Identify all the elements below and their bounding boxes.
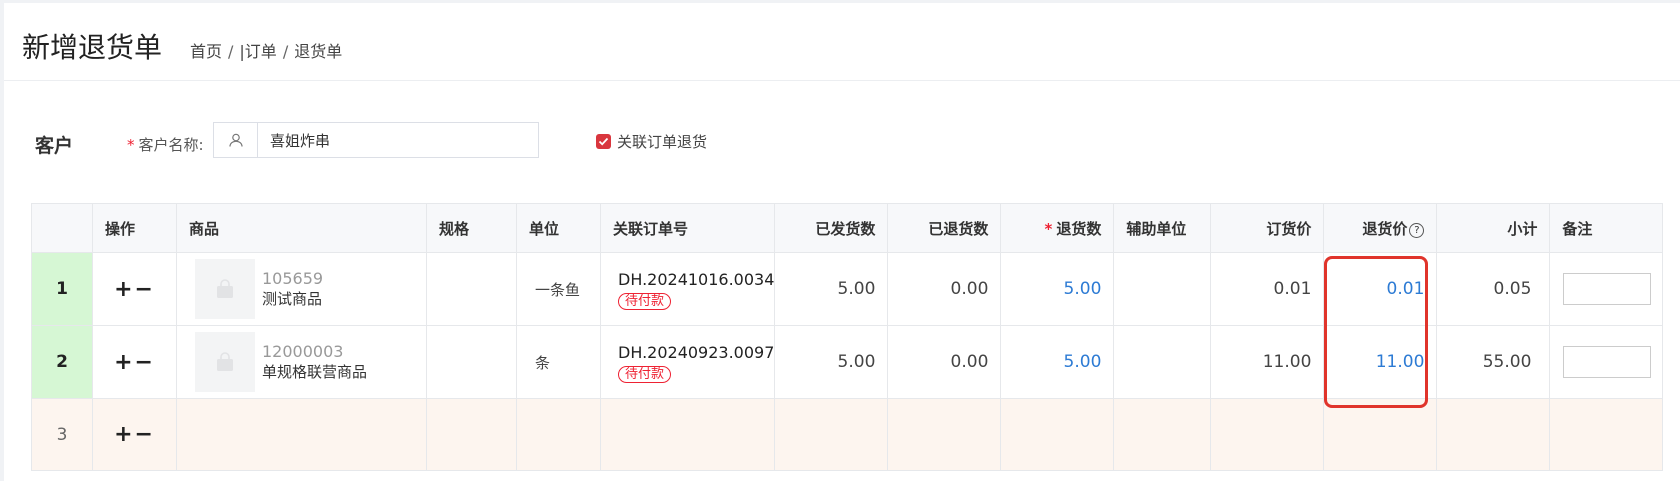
return-price-input[interactable]: 0.01 (1323, 252, 1438, 326)
order-cell (599, 398, 776, 471)
order-price: 0.01 (1210, 252, 1325, 326)
col-index (31, 203, 93, 253)
link-order-return-checkbox[interactable]: 关联订单退货 (596, 131, 707, 152)
add-minus-buttons[interactable]: +− (114, 350, 155, 375)
return-qty-input[interactable]: 5.00 (1000, 325, 1115, 399)
goods-image-placeholder-icon (195, 259, 255, 319)
return-qty-input[interactable] (1000, 398, 1115, 471)
col-spec: 规格 (426, 203, 517, 253)
remark-input[interactable] (1563, 273, 1652, 305)
goods-cell: 12000003 单规格联营商品 (176, 325, 427, 399)
returned-qty (887, 398, 1002, 471)
return-price-input[interactable] (1323, 398, 1438, 471)
remark-cell[interactable] (1549, 398, 1664, 471)
remark-cell (1549, 252, 1664, 326)
aux-unit-cell (1113, 398, 1212, 471)
breadcrumb: 首页 / |订单 / 退货单 (190, 42, 343, 61)
goods-cell: 105659 测试商品 (176, 252, 427, 326)
col-remark: 备注 (1549, 203, 1664, 253)
shipped-qty: 5.00 (774, 325, 889, 399)
col-return-price: 退货价? (1323, 203, 1438, 253)
breadcrumb-current: 退货单 (294, 42, 343, 61)
col-return-qty: * 退货数 (1000, 203, 1115, 253)
subtotal (1436, 398, 1551, 471)
row-ops[interactable]: +− (92, 398, 177, 471)
table-row: 2 +− 12000003 单规格联营商品 条 DH.20240923.0097… (31, 325, 1664, 399)
col-aux-unit: 辅助单位 (1113, 203, 1212, 253)
unit-cell: 一条鱼 (516, 252, 601, 326)
spec-cell (426, 398, 517, 471)
page-header: 新增退货单 首页 / |订单 / 退货单 (4, 3, 1680, 81)
col-unit: 单位 (516, 203, 601, 253)
return-qty-input[interactable]: 5.00 (1000, 252, 1115, 326)
spec-cell (426, 325, 517, 399)
unit-cell: 条 (516, 325, 601, 399)
help-icon[interactable]: ? (1409, 222, 1425, 238)
order-number: DH.20240923.0097 (618, 342, 775, 362)
return-price-input[interactable]: 11.00 (1323, 325, 1438, 399)
subtotal: 0.05 (1436, 252, 1551, 326)
col-shipped: 已发货数 (774, 203, 889, 253)
returned-qty: 0.00 (887, 325, 1002, 399)
customer-name-label: * 客户名称: (127, 136, 204, 154)
aux-unit-cell (1113, 252, 1212, 326)
breadcrumb-orders[interactable]: |订单 (239, 42, 276, 61)
row-index: 1 (31, 252, 93, 326)
col-ops: 操作 (92, 203, 177, 253)
status-badge: 待付款 (618, 365, 672, 383)
status-badge: 待付款 (618, 292, 672, 310)
customer-name-input[interactable] (258, 123, 536, 157)
breadcrumb-home[interactable]: 首页 (190, 42, 222, 61)
goods-image-placeholder-icon (195, 332, 255, 392)
row-ops[interactable]: +− (92, 325, 177, 399)
row-ops[interactable]: +− (92, 252, 177, 326)
goods-name: 单规格联营商品 (262, 363, 368, 381)
subtotal: 55.00 (1436, 325, 1551, 399)
order-cell: DH.20240923.0097 待付款 (599, 325, 776, 399)
checkbox-checked-icon[interactable] (596, 134, 611, 149)
return-goods-table: 操作 商品 规格 单位 关联订单号 已发货数 已退货数 * 退货数 辅助单位 订货… (31, 203, 1664, 471)
unit-cell (516, 398, 601, 471)
table-row-empty: 3 +− (31, 398, 1664, 471)
col-subtotal: 小计 (1436, 203, 1551, 253)
aux-unit-cell (1113, 325, 1212, 399)
user-icon[interactable] (214, 123, 258, 157)
order-cell: DH.20241016.0034 待付款 (599, 252, 776, 326)
goods-name: 测试商品 (262, 290, 323, 308)
order-price: 11.00 (1210, 325, 1325, 399)
table-row: 1 +− 105659 测试商品 一条鱼 DH.20241016.0034 待付… (31, 252, 1664, 326)
row-index: 2 (31, 325, 93, 399)
shipped-qty (774, 398, 889, 471)
page-title: 新增退货单 (22, 31, 163, 64)
shipped-qty: 5.00 (774, 252, 889, 326)
col-order-no: 关联订单号 (599, 203, 776, 253)
col-order-price: 订货价 (1210, 203, 1325, 253)
remark-input[interactable] (1563, 346, 1652, 378)
returned-qty: 0.00 (887, 252, 1002, 326)
spec-cell (426, 252, 517, 326)
add-minus-buttons[interactable]: +− (114, 422, 155, 447)
col-returned: 已退货数 (887, 203, 1002, 253)
col-goods: 商品 (176, 203, 427, 253)
add-minus-buttons[interactable]: +− (114, 277, 155, 302)
order-number: DH.20241016.0034 (618, 269, 775, 289)
link-order-return-label: 关联订单退货 (617, 133, 708, 151)
goods-code: 105659 (262, 269, 324, 288)
goods-code: 12000003 (262, 342, 344, 361)
row-index: 3 (31, 398, 93, 471)
customer-name-field[interactable] (213, 122, 539, 158)
remark-cell (1549, 325, 1664, 399)
customer-section-title: 客户 (35, 135, 74, 157)
table-header-row: 操作 商品 规格 单位 关联订单号 已发货数 已退货数 * 退货数 辅助单位 订货… (31, 203, 1664, 253)
order-price (1210, 398, 1325, 471)
goods-cell[interactable] (176, 398, 427, 471)
